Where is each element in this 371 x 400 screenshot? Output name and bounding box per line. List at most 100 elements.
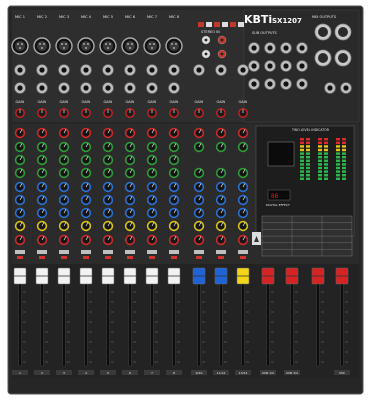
mic-label: MIC 2 (37, 15, 47, 19)
switch-button[interactable] (198, 22, 204, 27)
meter-led-icon (342, 156, 346, 159)
fader-track (62, 275, 66, 367)
meter-led-icon (306, 166, 310, 170)
fader-track (150, 275, 154, 367)
meter-led-icon (318, 177, 322, 180)
jack-hole-icon (127, 67, 133, 73)
pin-dot-icon (41, 47, 43, 49)
jack-hole-icon (240, 67, 246, 73)
pin-dot-icon (109, 43, 111, 45)
meter-led-icon (336, 163, 340, 166)
mute-button[interactable] (125, 250, 135, 254)
jack-hole-icon (283, 63, 289, 69)
meter-led-icon (306, 163, 310, 166)
fader-track (40, 275, 44, 367)
channel-number-label: 13/14 (239, 371, 248, 375)
jack-hole-icon (105, 85, 111, 91)
meter-led-icon (300, 177, 304, 180)
pin-dot-icon (43, 43, 45, 45)
channel-number-label: 2 (41, 371, 43, 375)
jack-hole-icon (61, 67, 67, 73)
meter-led-icon (306, 156, 310, 159)
mute-button[interactable] (238, 250, 248, 254)
mix-outputs-label: MIX OUTPUTS (312, 15, 337, 19)
mute-button[interactable] (37, 250, 47, 254)
pin-dot-icon (19, 47, 21, 49)
pin-dot-icon (107, 47, 109, 49)
switch-button[interactable] (238, 22, 244, 27)
channel-number-label: 3 (63, 371, 65, 375)
pin-dot-icon (151, 47, 153, 49)
gain-label: GAIN (16, 100, 25, 104)
switch-button[interactable] (222, 22, 228, 27)
meter-led-icon (318, 174, 322, 177)
xlr-pin-icon (147, 41, 157, 51)
channel-number-label: 8 (173, 371, 175, 375)
pin-dot-icon (127, 43, 129, 45)
pin-dot-icon (173, 47, 175, 49)
led-digits: 88 (271, 193, 279, 200)
sub-outputs-label: SUB OUTPUTS (252, 31, 278, 35)
mute-button[interactable] (15, 250, 25, 254)
gain-label: GAIN (195, 100, 204, 104)
meter-led-icon (306, 152, 310, 155)
pin-dot-icon (175, 43, 177, 45)
mute-button[interactable] (103, 250, 113, 254)
jack-hole-icon (61, 85, 67, 91)
meter-led-icon (306, 159, 310, 162)
meter-led-icon (300, 138, 304, 141)
brand-logo: KBTi (244, 13, 272, 26)
meter-led-icon (318, 166, 322, 170)
mixer-console: KBTi SX1207 SUB OUTPUTS MIX OUTPUTS STER… (7, 5, 364, 395)
meter-led-icon (318, 152, 322, 155)
meter-led-icon (324, 170, 328, 173)
mic-label: MIC 1 (15, 15, 25, 19)
meter-led-icon (306, 141, 310, 144)
mute-button[interactable] (59, 250, 69, 254)
peak-led-icon (149, 256, 155, 259)
peak-led-icon (218, 256, 224, 259)
switch-button[interactable] (230, 22, 236, 27)
jack-hole-icon (127, 85, 133, 91)
meter-led-icon (342, 138, 346, 141)
lcd-screen (267, 141, 295, 167)
jack-hole-icon (283, 81, 289, 87)
meter-led-icon (324, 156, 328, 159)
mute-button[interactable] (81, 250, 91, 254)
gain-label: GAIN (217, 100, 226, 104)
meter-led-icon (306, 148, 310, 152)
meter-led-icon (324, 148, 328, 152)
meter-led-icon (324, 163, 328, 166)
pin-dot-icon (21, 43, 23, 45)
switch-button[interactable] (214, 22, 220, 27)
meter-led-icon (306, 177, 310, 180)
xlr-pin-icon (318, 53, 328, 63)
mute-button[interactable] (194, 250, 204, 254)
jack-hole-icon (196, 67, 202, 73)
channel-number-label: 4 (85, 371, 87, 375)
peak-led-icon (105, 256, 111, 259)
meter-led-icon (342, 170, 346, 173)
meter-led-icon (318, 148, 322, 152)
mute-button[interactable] (147, 250, 157, 254)
jack-hole-icon (267, 63, 273, 69)
meter-led-icon (300, 163, 304, 166)
mic-label: MIC 8 (169, 15, 180, 19)
meter-led-icon (300, 174, 304, 177)
channel-number-label: 7 (151, 371, 153, 375)
fader-track (340, 275, 344, 367)
xlr-pin-icon (103, 41, 113, 51)
jack-hole-icon (149, 85, 155, 91)
meter-led-icon (300, 156, 304, 159)
gain-label: GAIN (148, 100, 157, 104)
stereo-in-label: STEREO IN (201, 30, 220, 34)
gain-label: GAIN (126, 100, 135, 104)
mute-button[interactable] (169, 250, 179, 254)
meter-led-icon (318, 170, 322, 173)
jack-hole-icon (83, 67, 89, 73)
switch-button[interactable] (206, 22, 212, 27)
mute-button[interactable] (216, 250, 226, 254)
meter-led-icon (342, 163, 346, 166)
gain-label: GAIN (82, 100, 91, 104)
channel-number-labels: 1 2 3 4 5 6 7 8 9/10 11/12 13/14 SUB 1/2 SUB 3/4 MIX (12, 370, 350, 375)
